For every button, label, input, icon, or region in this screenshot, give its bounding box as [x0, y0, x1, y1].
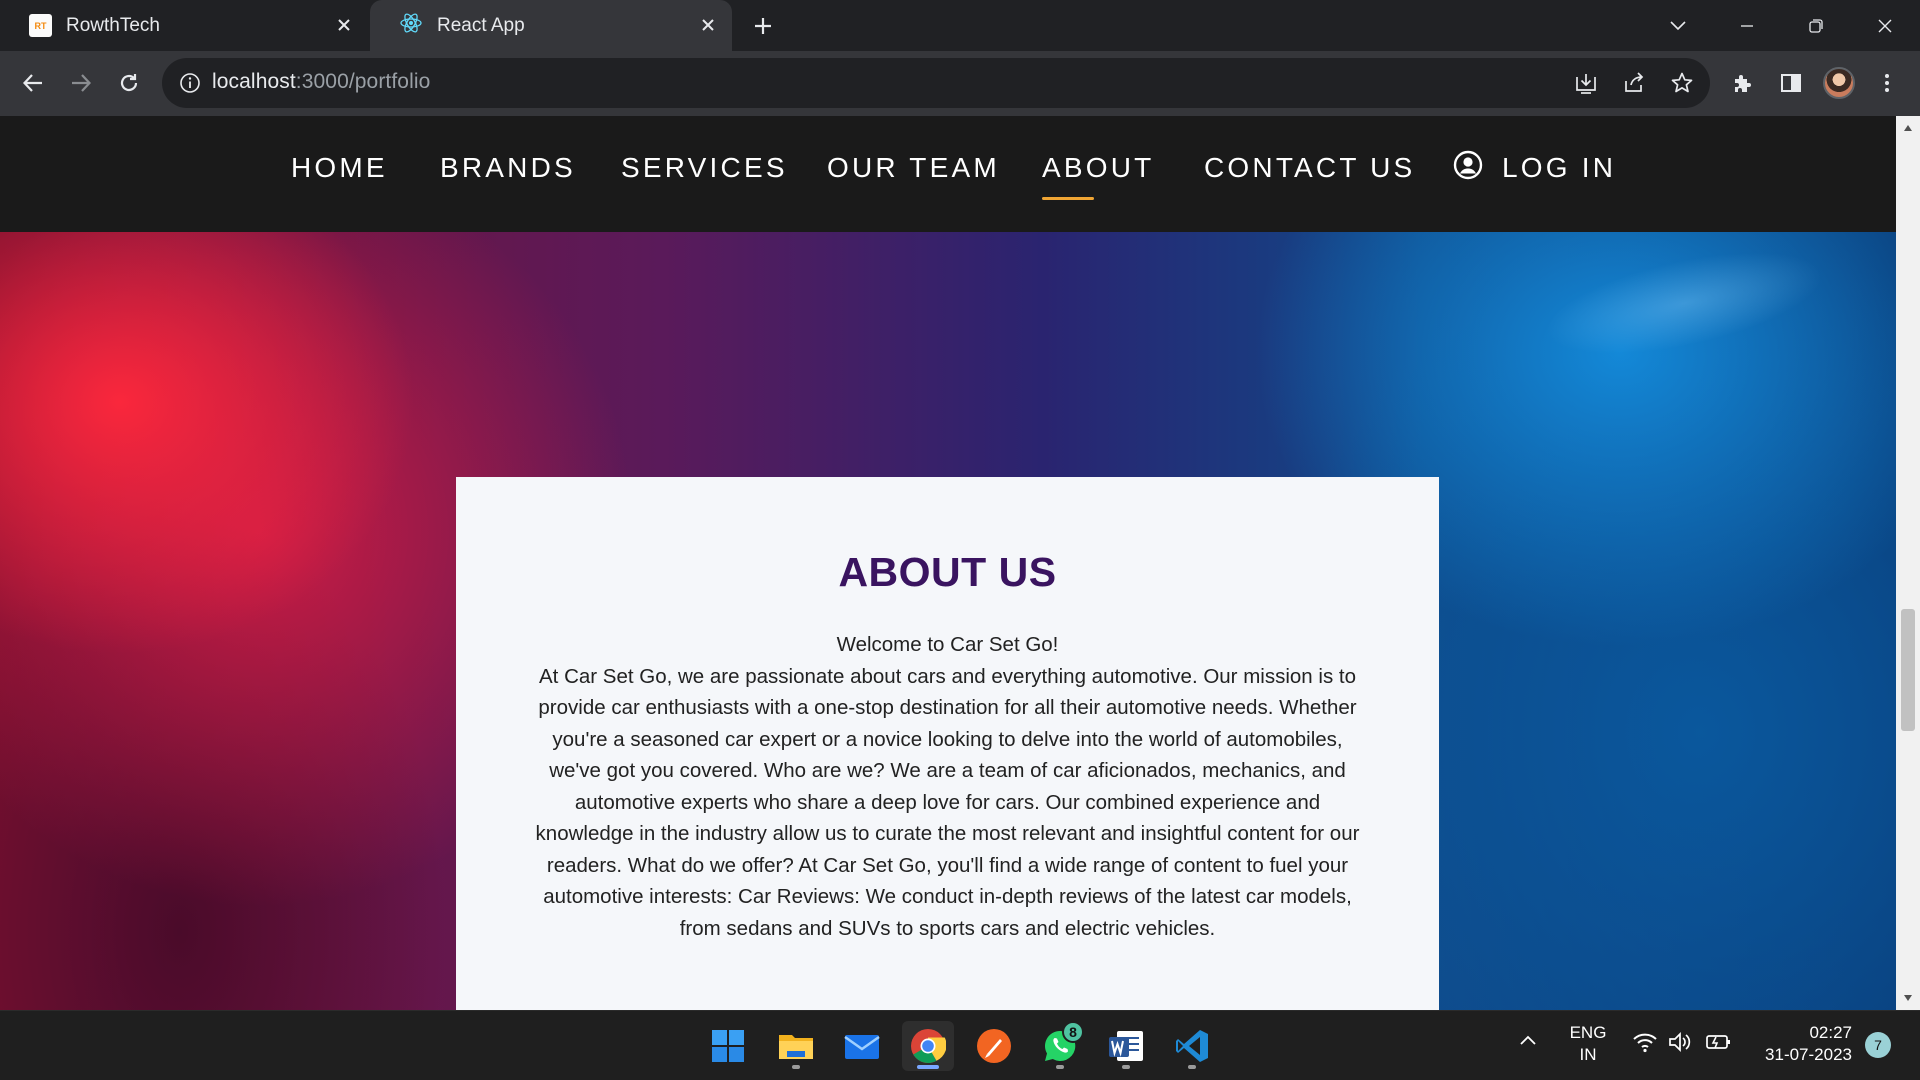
word-icon[interactable] — [1100, 1021, 1152, 1071]
extensions-puzzle-icon[interactable] — [1725, 65, 1761, 101]
clock-date: 31-07-2023 — [1765, 1045, 1852, 1064]
running-indicator — [792, 1065, 800, 1069]
running-indicator — [1122, 1065, 1130, 1069]
nav-our-team[interactable]: OUR TEAM — [827, 152, 1000, 184]
reload-button[interactable] — [111, 65, 147, 101]
nav-brands[interactable]: BRANDS — [440, 152, 576, 184]
wifi-icon[interactable] — [1632, 1031, 1658, 1058]
about-body: Welcome to Car Set Go! At Car Set Go, we… — [535, 633, 1360, 940]
url-text[interactable]: localhost:3000/portfolio — [212, 70, 430, 94]
share-icon[interactable] — [1616, 65, 1652, 101]
language-indicator[interactable]: ENG IN — [1566, 1022, 1610, 1066]
windows-start-icon[interactable] — [702, 1021, 754, 1071]
forward-button[interactable] — [63, 65, 99, 101]
paint-icon[interactable] — [968, 1021, 1020, 1071]
new-tab-button[interactable] — [748, 11, 778, 41]
scroll-down-arrow-icon[interactable] — [1896, 988, 1920, 1008]
notification-center-badge[interactable]: 7 — [1865, 1032, 1891, 1058]
page-scrollbar[interactable] — [1896, 116, 1920, 1010]
install-app-icon[interactable] — [1568, 65, 1604, 101]
whatsapp-badge: 8 — [1062, 1021, 1084, 1043]
close-icon[interactable] — [696, 13, 720, 37]
tab-search-button[interactable] — [1660, 8, 1696, 44]
chrome-icon[interactable] — [902, 1021, 954, 1071]
restore-icon — [1809, 19, 1823, 33]
language-region: IN — [1579, 1045, 1597, 1064]
tab-title: React App — [437, 14, 525, 36]
clock[interactable]: 02:27 31-07-2023 — [1752, 1022, 1852, 1066]
reload-icon — [120, 74, 138, 92]
battery-icon[interactable] — [1705, 1032, 1733, 1057]
rowthtech-favicon-icon: RT — [29, 14, 52, 37]
arrow-right-icon — [72, 74, 92, 92]
active-nav-underline — [1042, 197, 1094, 200]
clock-time: 02:27 — [1809, 1023, 1852, 1042]
about-title: ABOUT US — [838, 549, 1057, 595]
arrow-left-icon — [22, 74, 42, 92]
nav-services[interactable]: SERVICES — [621, 152, 788, 184]
side-panel-icon[interactable] — [1773, 65, 1809, 101]
minimize-icon — [1741, 25, 1753, 27]
minimize-button[interactable] — [1729, 8, 1765, 44]
avatar-image — [1823, 67, 1855, 99]
background-sheen — [1374, 183, 1896, 581]
nav-home[interactable]: HOME — [291, 152, 388, 184]
site-navbar: HOME BRANDS SERVICES OUR TEAM ABOUT CONT… — [0, 116, 1896, 232]
running-indicator — [917, 1065, 939, 1069]
whatsapp-icon[interactable]: 8 — [1034, 1021, 1086, 1071]
tab-title: RowthTech — [66, 14, 160, 36]
profile-avatar[interactable] — [1821, 65, 1857, 101]
windows-taskbar: 8 ENG IN 02:27 31-07-2023 — [0, 1010, 1920, 1080]
close-window-button[interactable] — [1867, 8, 1903, 44]
show-hidden-icons-chevron-up-icon[interactable] — [1518, 1033, 1538, 1052]
back-button[interactable] — [15, 65, 51, 101]
nav-about[interactable]: ABOUT — [1042, 152, 1154, 184]
volume-icon[interactable] — [1668, 1031, 1692, 1058]
running-indicator — [1056, 1065, 1064, 1069]
close-icon — [1878, 19, 1892, 33]
tab-rowthtech[interactable]: RT RowthTech — [0, 0, 368, 51]
plus-icon — [755, 18, 771, 34]
mail-icon[interactable] — [836, 1021, 888, 1071]
chrome-menu-icon[interactable] — [1869, 65, 1905, 101]
language-code: ENG — [1569, 1023, 1607, 1042]
nav-contact-us[interactable]: CONTACT US — [1204, 152, 1415, 184]
running-indicator — [1188, 1065, 1196, 1069]
tab-react-app[interactable]: React App — [370, 0, 732, 51]
bookmark-star-icon[interactable] — [1664, 65, 1700, 101]
vscode-icon[interactable] — [1166, 1021, 1218, 1071]
file-explorer-icon[interactable] — [770, 1021, 822, 1071]
chevron-down-icon — [1670, 21, 1686, 31]
about-card: ABOUT US Welcome to Car Set Go! At Car S… — [456, 477, 1439, 1010]
react-logo-icon — [399, 11, 423, 41]
restore-button[interactable] — [1798, 8, 1834, 44]
url-host: localhost — [212, 70, 296, 93]
page-viewport: HOME BRANDS SERVICES OUR TEAM ABOUT CONT… — [0, 116, 1896, 1010]
close-icon[interactable] — [332, 13, 356, 37]
user-circle-icon[interactable] — [1453, 150, 1483, 180]
browser-tab-strip: RT RowthTech React App — [0, 0, 1920, 51]
scrollbar-thumb[interactable] — [1901, 609, 1915, 731]
nav-log-in[interactable]: LOG IN — [1502, 152, 1616, 184]
info-icon[interactable] — [178, 71, 202, 95]
url-path: :3000/portfolio — [295, 70, 431, 93]
scroll-up-arrow-icon[interactable] — [1896, 118, 1920, 138]
